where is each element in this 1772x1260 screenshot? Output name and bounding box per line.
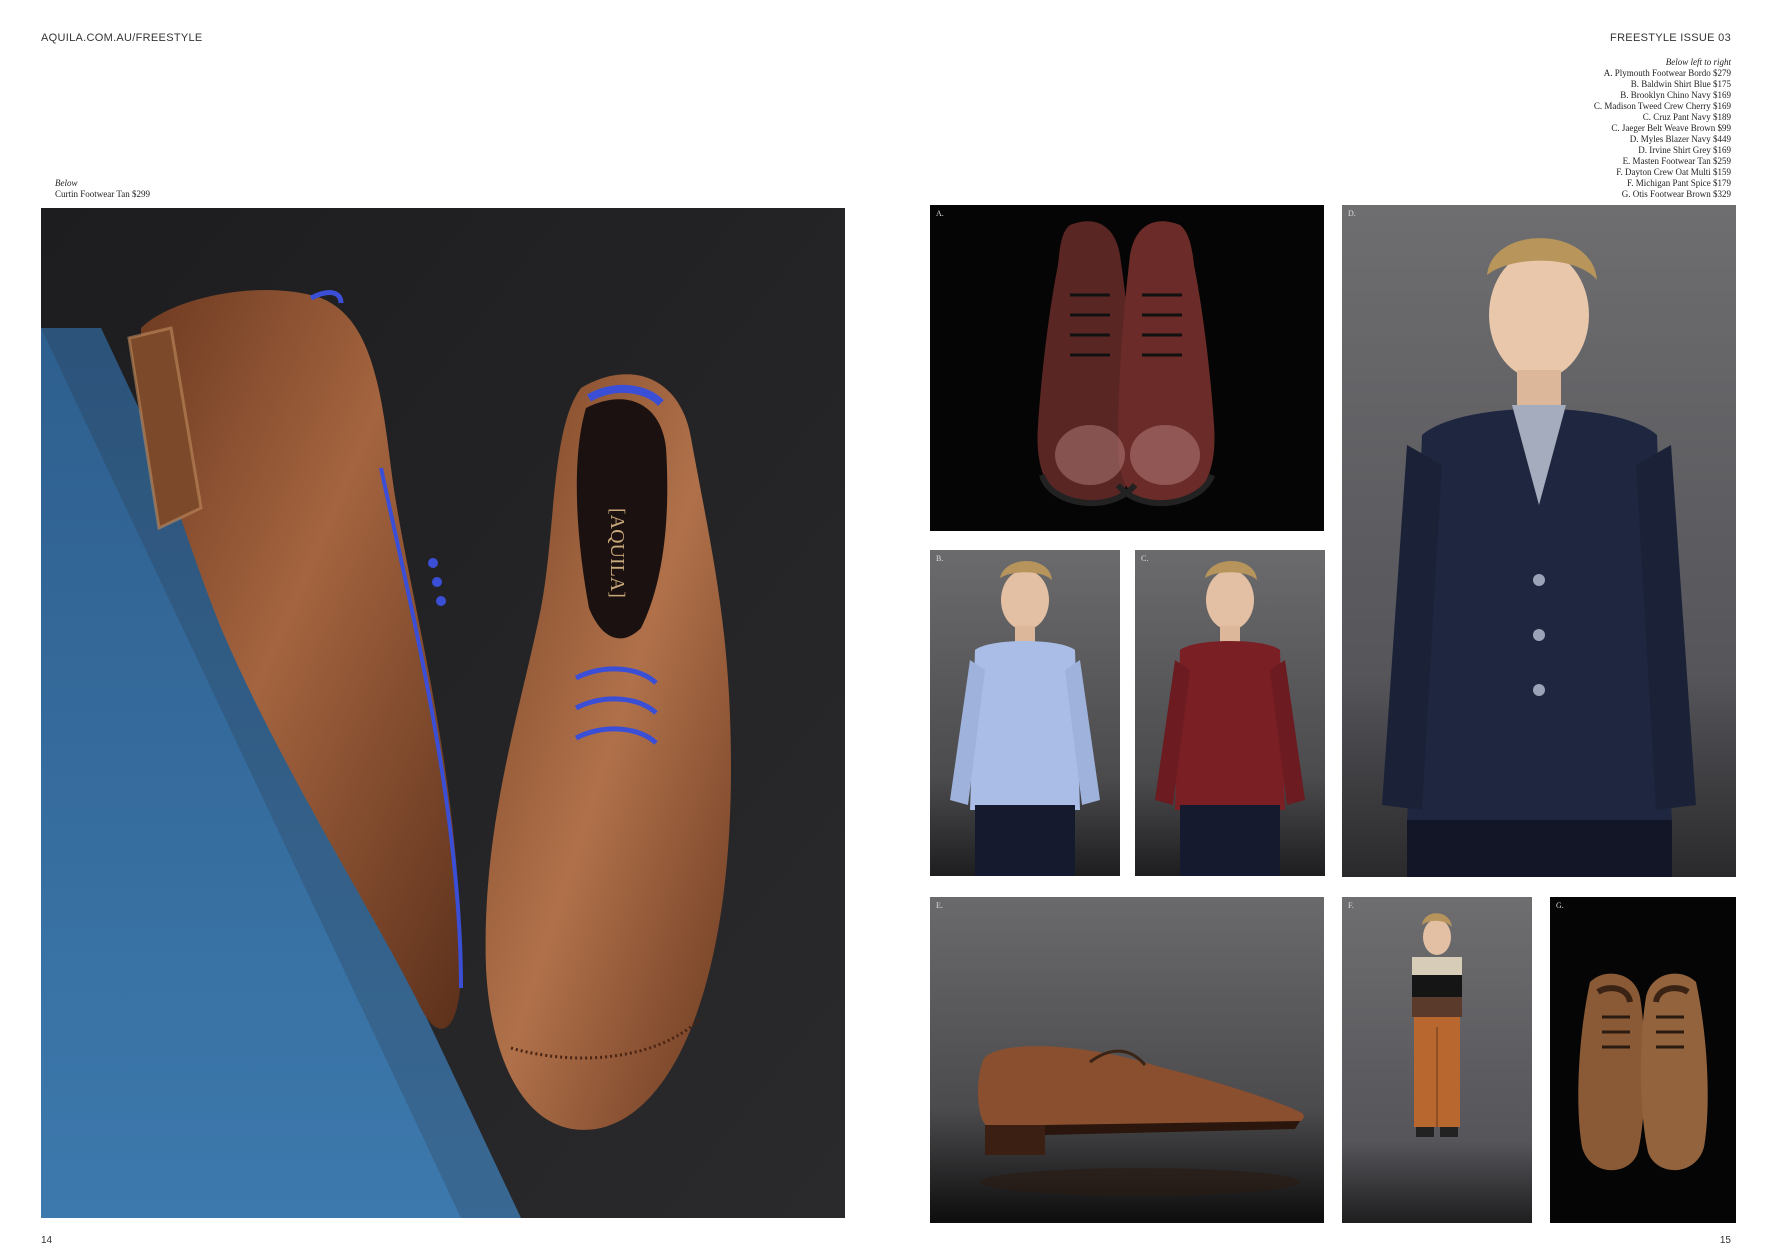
credit-line: A. Plymouth Footwear Bordo $279 — [1603, 68, 1731, 78]
insole-brand-text: [AQUILA] — [606, 508, 628, 598]
credit-line: C. Jaeger Belt Weave Brown $99 — [1611, 123, 1731, 133]
panel-label: A. — [936, 209, 944, 218]
credit-line: G. Otis Footwear Brown $329 — [1621, 189, 1731, 199]
model-shirt-illustration — [950, 560, 1100, 876]
credit-line: F. Dayton Crew Oat Multi $159 — [1616, 167, 1731, 177]
page-number-right: 15 — [1719, 1235, 1731, 1246]
suede-shoes-illustration — [1578, 973, 1708, 1171]
product-credits: Below left to right A. Plymouth Footwear… — [1471, 57, 1731, 200]
hero-shoes-illustration: [AQUILA] — [41, 208, 845, 1218]
site-url: AQUILA.COM.AU/FREESTYLE — [41, 32, 203, 44]
panel-label: D. — [1348, 209, 1356, 218]
model-blazer-illustration — [1382, 238, 1696, 877]
credit-line: E. Masten Footwear Tan $259 — [1622, 156, 1731, 166]
photo-f-dayton-crew: F. — [1342, 897, 1532, 1223]
credits-intro: Below left to right — [1665, 57, 1731, 67]
photo-d-myles-blazer: D. — [1342, 205, 1736, 877]
hero-caption: Below Curtin Footwear Tan $299 — [55, 178, 150, 200]
issue-title: FREESTYLE ISSUE 03 — [1610, 32, 1731, 44]
credit-line: B. Brooklyn Chino Navy $169 — [1620, 90, 1731, 100]
model-striped-crew-illustration — [1412, 913, 1462, 1137]
caption-item: Curtin Footwear Tan $299 — [55, 189, 150, 199]
hero-shoes-photo: [AQUILA] — [41, 208, 845, 1218]
credit-line: D. Irvine Shirt Grey $169 — [1638, 145, 1731, 155]
caption-intro: Below — [55, 178, 78, 188]
tan-shoe-illustration — [978, 1046, 1304, 1196]
panel-label: B. — [936, 554, 944, 563]
model-crew-illustration — [1155, 560, 1305, 876]
panel-label: G. — [1556, 901, 1564, 910]
page-number-left: 14 — [41, 1235, 53, 1246]
boots-illustration — [1037, 221, 1215, 507]
panel-label: E. — [936, 901, 943, 910]
photo-a-plymouth-footwear: A. — [930, 205, 1324, 531]
photo-g-otis-footwear: G. — [1550, 897, 1736, 1223]
photo-b-baldwin-shirt: B. — [930, 550, 1120, 876]
panel-label: F. — [1348, 901, 1354, 910]
credit-line: F. Michigan Pant Spice $179 — [1626, 178, 1731, 188]
photo-e-masten-footwear: E. — [930, 897, 1324, 1223]
panel-label: C. — [1141, 554, 1149, 563]
credit-line: C. Cruz Pant Navy $189 — [1642, 112, 1731, 122]
credit-line: C. Madison Tweed Crew Cherry $169 — [1593, 101, 1731, 111]
credit-line: B. Baldwin Shirt Blue $175 — [1630, 79, 1731, 89]
credit-line: D. Myles Blazer Navy $449 — [1629, 134, 1731, 144]
photo-c-madison-crew: C. — [1135, 550, 1325, 876]
